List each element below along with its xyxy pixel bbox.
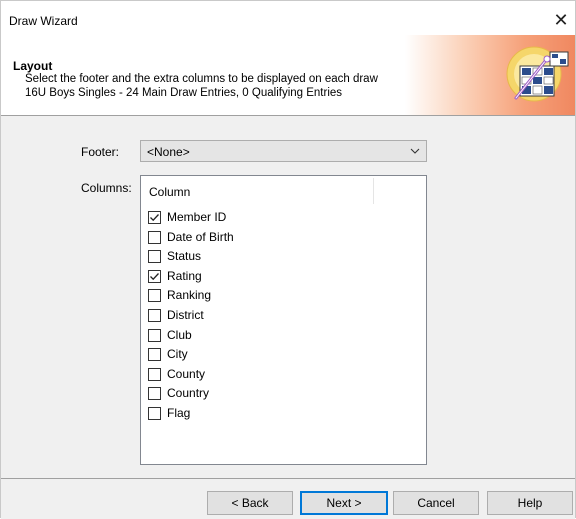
draw-wizard-window: Draw Wizard ✕ Layout Select the footer a… (0, 0, 576, 519)
column-option-label: Flag (167, 406, 191, 420)
column-option-label: Club (167, 327, 192, 342)
column-option-label: Status (167, 249, 202, 264)
column-option-label: County (167, 366, 206, 381)
column-header[interactable]: Column (149, 185, 190, 199)
back-button[interactable]: < Back (207, 491, 293, 515)
columns-label: Columns: (81, 181, 132, 195)
column-option-label: Rating (167, 268, 202, 283)
checkbox[interactable] (148, 230, 161, 244)
checkbox-checked[interactable] (148, 269, 161, 283)
checkbox[interactable] (148, 348, 161, 362)
column-option[interactable]: Flag (148, 404, 408, 422)
chevron-down-icon (410, 148, 420, 154)
column-option[interactable]: Member ID (148, 208, 408, 226)
checkbox[interactable] (148, 367, 161, 381)
column-option[interactable]: Country (148, 384, 408, 402)
columns-listbox[interactable]: Column Member ID Date of Birth Status Ratin… (140, 175, 427, 465)
column-option-label: Ranking (167, 288, 212, 303)
close-button[interactable]: ✕ (549, 9, 573, 33)
column-option[interactable]: Date of Birth (148, 228, 408, 246)
footer-dropdown-value: <None> (147, 145, 190, 159)
wizard-icon (506, 46, 569, 102)
checkbox[interactable] (148, 289, 161, 303)
checkmark-icon (150, 272, 159, 280)
step-title: Layout (13, 59, 53, 73)
column-option[interactable]: Rating (148, 267, 408, 285)
column-option-label: Country (167, 386, 210, 401)
column-option[interactable]: District (148, 306, 408, 324)
checkbox[interactable] (148, 387, 161, 401)
column-option[interactable]: County (148, 365, 408, 383)
list-header: Column (141, 176, 426, 206)
checkmark-icon (150, 214, 159, 222)
column-option-label: Date of Birth (167, 229, 234, 244)
column-option[interactable]: Ranking (148, 286, 408, 304)
next-button[interactable]: Next > (300, 491, 388, 515)
column-option[interactable]: Status (148, 247, 408, 265)
footer-label: Footer: (81, 145, 120, 159)
help-button[interactable]: Help (487, 491, 573, 515)
checkbox[interactable] (148, 250, 161, 264)
footer-dropdown[interactable]: <None> (140, 140, 427, 162)
cancel-button[interactable]: Cancel (393, 491, 479, 515)
window-title: Draw Wizard (9, 14, 78, 28)
wizard-header: Layout Select the footer and the extra c… (1, 35, 575, 116)
column-option-label: Member ID (167, 210, 227, 224)
column-option-label: District (167, 308, 204, 322)
checkbox[interactable] (148, 328, 161, 342)
column-divider[interactable] (373, 178, 374, 204)
column-option-label: City (167, 347, 188, 362)
checkbox-checked[interactable] (148, 211, 161, 224)
step-description: Select the footer and the extra columns … (25, 73, 378, 85)
title-bar: Draw Wizard ✕ (1, 7, 575, 36)
column-option[interactable]: Club (148, 326, 408, 344)
checkbox[interactable] (148, 407, 161, 420)
column-option[interactable]: City (148, 345, 408, 363)
event-summary: 16U Boys Singles - 24 Main Draw Entries,… (25, 87, 343, 99)
checkbox[interactable] (148, 309, 161, 322)
